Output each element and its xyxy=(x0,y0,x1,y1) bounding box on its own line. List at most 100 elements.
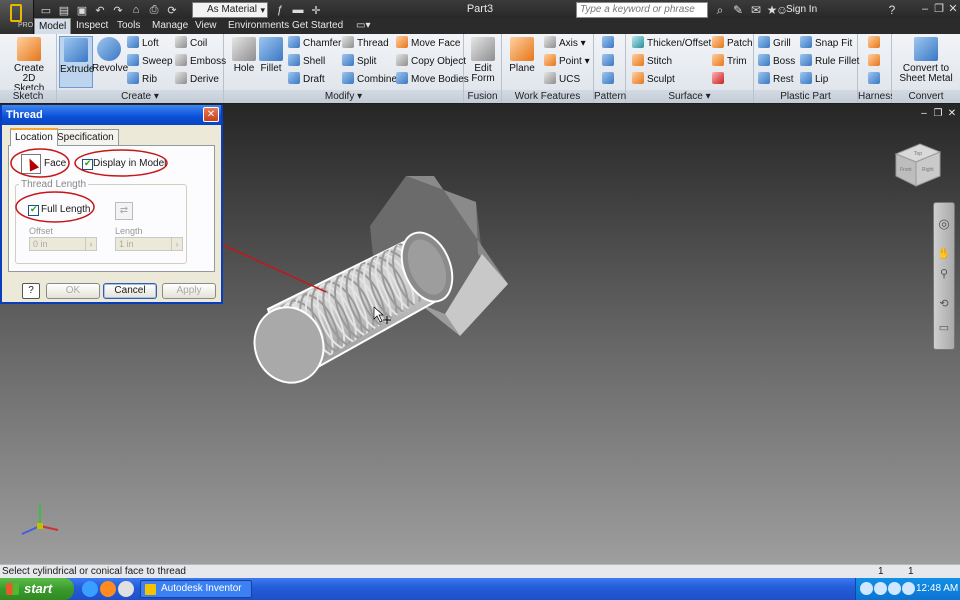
search-icon[interactable]: ⌕ xyxy=(712,2,728,18)
material-dropdown[interactable]: As Material xyxy=(192,2,268,18)
circular-pattern-button[interactable] xyxy=(602,54,617,70)
display-in-model-checkbox[interactable] xyxy=(82,158,93,170)
new-file-icon[interactable]: ▭ xyxy=(38,2,54,18)
communication-center-icon[interactable]: ✉ xyxy=(748,2,764,18)
panel-label-surface[interactable]: Surface ▾ xyxy=(626,90,753,103)
tab-tools[interactable]: Tools xyxy=(113,18,144,34)
snap-fit-button[interactable]: Snap Fit xyxy=(800,36,852,52)
pan-icon[interactable]: ✋ xyxy=(937,247,951,261)
offset-field[interactable]: 0 in xyxy=(29,237,97,251)
length-field[interactable]: 1 in xyxy=(115,237,183,251)
chamfer-button[interactable]: Chamfer xyxy=(288,36,341,52)
thicken-offset-button[interactable]: Thicken/Offset xyxy=(632,36,711,52)
face-select-button[interactable] xyxy=(21,154,41,174)
rule-fillet-button[interactable]: Rule Fillet xyxy=(800,54,859,70)
convert-to-sheet-metal-button[interactable]: Convert to Sheet Metal xyxy=(896,36,956,88)
zoom-icon[interactable]: ⚲ xyxy=(937,267,951,281)
thread-button[interactable]: Thread xyxy=(342,36,389,52)
tab-inspect[interactable]: Inspect xyxy=(72,18,112,34)
look-at-icon[interactable]: ▭ xyxy=(937,321,951,335)
full-length-checkbox[interactable] xyxy=(28,204,39,216)
firefox-icon[interactable] xyxy=(100,581,116,597)
coil-button[interactable]: Coil xyxy=(175,36,207,52)
color-override-icon[interactable]: ▬ xyxy=(290,2,306,18)
apply-button[interactable]: Apply xyxy=(162,283,216,299)
stitch-button[interactable]: Stitch xyxy=(632,54,672,70)
tray-volume-icon[interactable] xyxy=(902,582,915,595)
sign-in-link[interactable]: Sign In xyxy=(786,4,817,15)
minimize-icon[interactable]: ‒ xyxy=(918,3,932,16)
rest-button[interactable]: Rest xyxy=(758,72,794,88)
taskbar-item-inventor[interactable]: Autodesk Inventor Pr... xyxy=(140,580,252,600)
tab-location[interactable]: Location xyxy=(10,128,58,146)
tray-security-icon[interactable] xyxy=(888,582,901,595)
edit-form-button[interactable]: Edit Form xyxy=(466,36,500,88)
sculpt-button[interactable]: Sculpt xyxy=(632,72,675,88)
save-icon[interactable]: ▣ xyxy=(74,2,90,18)
print-icon[interactable]: ⎙ xyxy=(146,2,162,18)
create-2d-sketch-button[interactable]: Create 2D Sketch xyxy=(8,36,50,94)
restore-icon[interactable]: ❐ xyxy=(932,3,946,16)
rectangular-pattern-button[interactable] xyxy=(602,36,617,52)
trim-button[interactable]: Trim xyxy=(712,54,747,70)
grill-button[interactable]: Grill xyxy=(758,36,791,52)
open-file-icon[interactable]: ▤ xyxy=(56,2,72,18)
ucs-button[interactable]: UCS xyxy=(544,72,580,88)
undo-icon[interactable]: ↶ xyxy=(92,2,108,18)
plane-button[interactable]: Plane xyxy=(505,36,539,88)
move-bodies-button[interactable]: Move Bodies xyxy=(396,72,469,88)
steering-wheel-icon[interactable]: ◎ xyxy=(937,217,951,231)
flip-direction-button[interactable]: ⇄ xyxy=(115,202,133,220)
tab-get-started[interactable]: Get Started xyxy=(288,18,347,34)
copy-object-button[interactable]: Copy Object xyxy=(396,54,466,70)
harness-button-3[interactable] xyxy=(868,72,883,88)
derive-button[interactable]: Derive xyxy=(175,72,219,88)
patch-button[interactable]: Patch xyxy=(712,36,753,52)
tab-manage[interactable]: Manage xyxy=(148,18,192,34)
harness-button-2[interactable] xyxy=(868,54,883,70)
shell-button[interactable]: Shell xyxy=(288,54,325,70)
tray-sync-icon[interactable] xyxy=(874,582,887,595)
application-menu-button[interactable]: PRO xyxy=(0,0,34,34)
ok-button[interactable]: OK xyxy=(46,283,100,299)
move-face-button[interactable]: Move Face xyxy=(396,36,460,52)
split-button[interactable]: Split xyxy=(342,54,376,70)
draft-button[interactable]: Draft xyxy=(288,72,325,88)
point-button[interactable]: Point ▾ xyxy=(544,54,590,70)
redo-icon[interactable]: ↷ xyxy=(110,2,126,18)
update-icon[interactable]: ⟳ xyxy=(164,2,180,18)
dialog-close-button[interactable]: ✕ xyxy=(203,107,219,122)
home-icon[interactable]: ⌂ xyxy=(128,2,144,18)
revolve-button[interactable]: Revolve xyxy=(92,36,128,88)
tab-specification[interactable]: Specification xyxy=(52,129,119,145)
emboss-button[interactable]: Emboss xyxy=(175,54,226,70)
tab-model[interactable]: Model xyxy=(34,18,72,34)
help-button[interactable]: ? xyxy=(22,283,40,299)
panel-label-modify[interactable]: Modify ▾ xyxy=(224,90,463,103)
media-player-icon[interactable] xyxy=(118,581,134,597)
viewcube[interactable]: Front Right Top xyxy=(892,138,944,190)
close-icon[interactable]: ✕ xyxy=(946,3,960,16)
cancel-button[interactable]: Cancel xyxy=(103,283,157,299)
tray-network-icon[interactable] xyxy=(860,582,873,595)
parameters-icon[interactable]: ƒ xyxy=(272,2,288,18)
axis-button[interactable]: Axis ▾ xyxy=(544,36,586,52)
ribbon-display-toggle[interactable]: ▭▾ xyxy=(352,18,374,34)
boss-button[interactable]: Boss xyxy=(758,54,795,70)
mirror-button[interactable] xyxy=(602,72,617,88)
extrude-button[interactable]: Extrude xyxy=(59,36,94,88)
help-search-input[interactable]: Type a keyword or phrase xyxy=(576,2,708,18)
delete-face-button[interactable] xyxy=(712,72,727,88)
fillet-button[interactable]: Fillet xyxy=(254,36,288,88)
start-button[interactable]: start xyxy=(0,578,74,600)
loft-button[interactable]: Loft xyxy=(127,36,159,52)
measure-icon[interactable]: ✛ xyxy=(308,2,324,18)
internet-explorer-icon[interactable] xyxy=(82,581,98,597)
help-icon[interactable]: ? xyxy=(884,2,900,18)
orbit-icon[interactable]: ⟲ xyxy=(937,297,951,311)
panel-label-create[interactable]: Create ▾ xyxy=(57,90,223,103)
rib-button[interactable]: Rib xyxy=(127,72,157,88)
sweep-button[interactable]: Sweep xyxy=(127,54,173,70)
subscription-icon[interactable]: ✎ xyxy=(730,2,746,18)
tab-view[interactable]: View xyxy=(191,18,221,34)
